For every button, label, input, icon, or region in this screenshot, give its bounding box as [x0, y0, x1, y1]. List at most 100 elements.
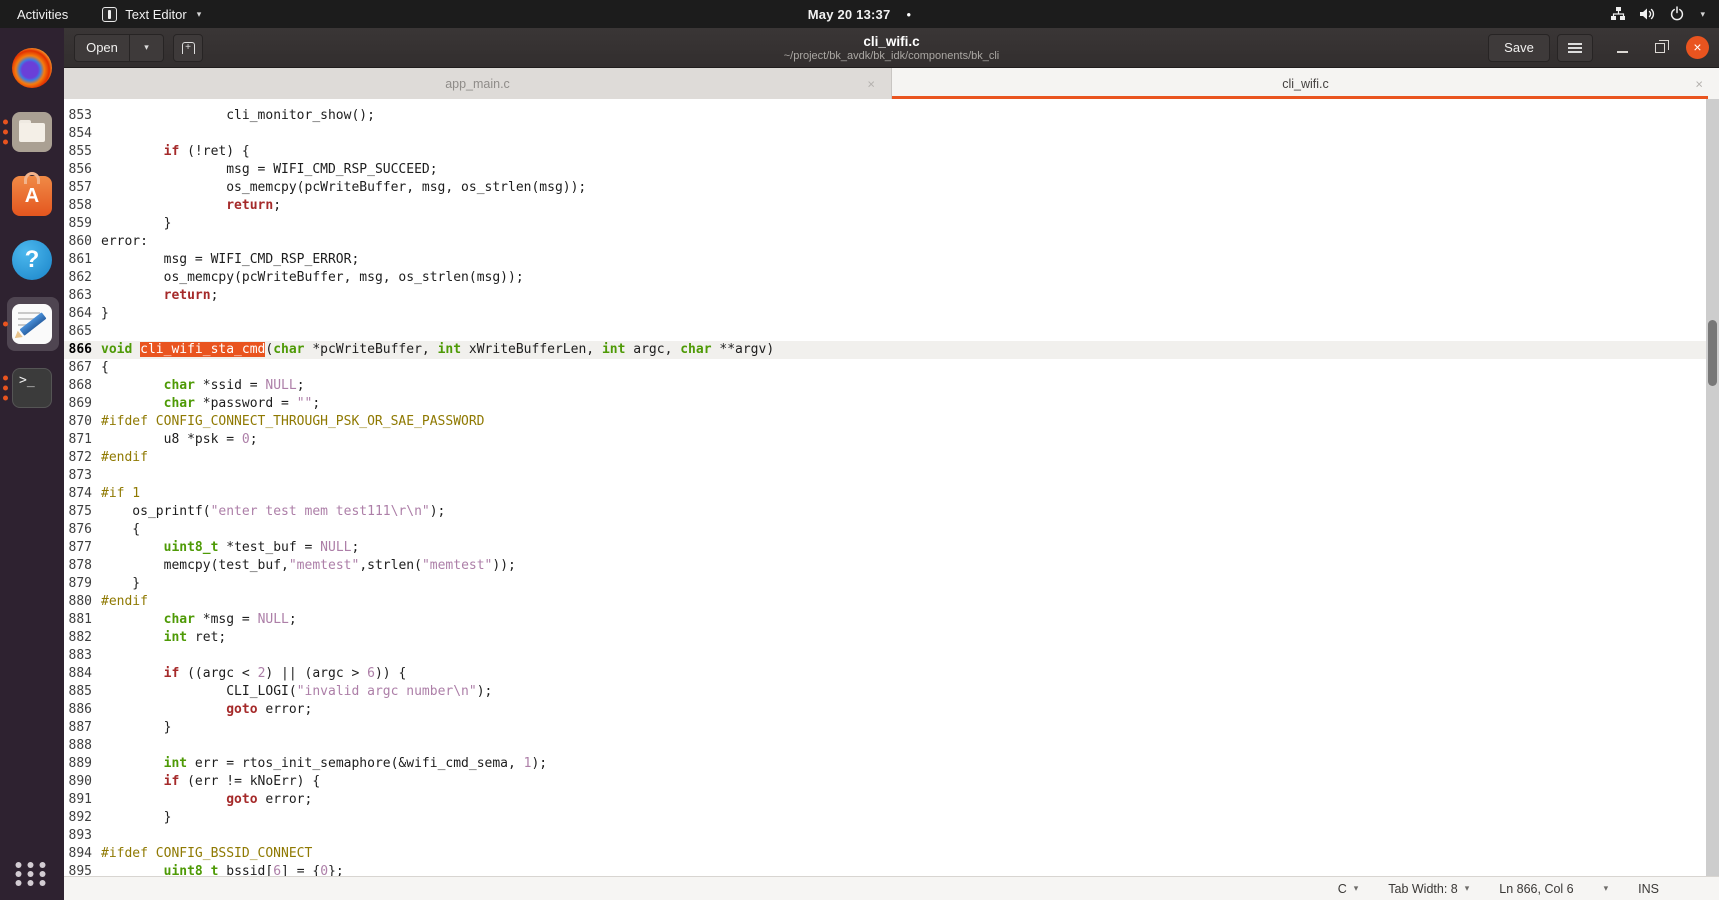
chevron-down-icon: ▾: [144, 42, 149, 53]
code-line-887[interactable]: 887 }: [64, 719, 1719, 737]
new-tab-button[interactable]: +: [173, 34, 203, 62]
running-indicator-dots: [3, 120, 8, 145]
code-line-882[interactable]: 882 int ret;: [64, 629, 1719, 647]
code-text: uint8_t *test_buf = NULL;: [101, 539, 359, 557]
line-number: 894: [64, 845, 101, 863]
code-line-867[interactable]: 867{: [64, 359, 1719, 377]
code-line-884[interactable]: 884 if ((argc < 2) || (argc > 6)) {: [64, 665, 1719, 683]
ubuntu-dock: A? >_: [0, 28, 64, 900]
code-text: goto error;: [101, 791, 312, 809]
code-line-891[interactable]: 891 goto error;: [64, 791, 1719, 809]
line-number: 888: [64, 737, 101, 755]
code-text: CLI_LOGI("invalid argc number\n");: [101, 683, 492, 701]
close-button[interactable]: ×: [1686, 36, 1709, 59]
code-line-879[interactable]: 879 }: [64, 575, 1719, 593]
code-line-880[interactable]: 880#endif: [64, 593, 1719, 611]
tab-width-selector[interactable]: Tab Width: 8 ▾: [1388, 882, 1469, 896]
dock-item-ubuntu-software[interactable]: A: [0, 164, 64, 228]
tab-close-icon[interactable]: ×: [1695, 76, 1703, 91]
code-line-864[interactable]: 864}: [64, 305, 1719, 323]
line-number: 886: [64, 701, 101, 719]
code-line-881[interactable]: 881 char *msg = NULL;: [64, 611, 1719, 629]
code-line-890[interactable]: 890 if (err != kNoErr) {: [64, 773, 1719, 791]
minimize-button[interactable]: [1610, 36, 1634, 60]
open-button[interactable]: Open: [74, 34, 130, 62]
code-line-868[interactable]: 868 char *ssid = NULL;: [64, 377, 1719, 395]
code-line-855[interactable]: 855 if (!ret) {: [64, 143, 1719, 161]
language-selector[interactable]: C ▾: [1338, 882, 1359, 896]
dock-item-terminal[interactable]: >_: [0, 356, 64, 420]
dock-item-files[interactable]: [0, 100, 64, 164]
running-indicator-dots: [3, 376, 8, 401]
line-number: 858: [64, 197, 101, 215]
line-number: 877: [64, 539, 101, 557]
dock-item-help[interactable]: ?: [0, 228, 64, 292]
code-line-859[interactable]: 859 }: [64, 215, 1719, 233]
code-text: #endif: [101, 449, 148, 467]
code-line-865[interactable]: 865: [64, 323, 1719, 341]
code-line-885[interactable]: 885 CLI_LOGI("invalid argc number\n");: [64, 683, 1719, 701]
code-line-866[interactable]: 866void cli_wifi_sta_cmd(char *pcWriteBu…: [64, 341, 1719, 359]
code-line-871[interactable]: 871 u8 *psk = 0;: [64, 431, 1719, 449]
code-line-892[interactable]: 892 }: [64, 809, 1719, 827]
code-area[interactable]: 853 cli_monitor_show();854855 if (!ret) …: [64, 107, 1719, 876]
line-number: 895: [64, 863, 101, 876]
tab-app-main-c[interactable]: app_main.c ×: [64, 68, 892, 99]
restore-button[interactable]: [1648, 36, 1672, 60]
code-line-888[interactable]: 888: [64, 737, 1719, 755]
code-line-863[interactable]: 863 return;: [64, 287, 1719, 305]
code-line-860[interactable]: 860error:: [64, 233, 1719, 251]
code-text: error:: [101, 233, 148, 251]
code-line-883[interactable]: 883: [64, 647, 1719, 665]
scrollbar-thumb[interactable]: [1708, 320, 1717, 386]
save-button[interactable]: Save: [1488, 34, 1550, 62]
line-number: 865: [64, 323, 101, 341]
code-text: goto error;: [101, 701, 312, 719]
code-line-878[interactable]: 878 memcpy(test_buf,"memtest",strlen("me…: [64, 557, 1719, 575]
activities-button[interactable]: Activities: [13, 7, 72, 22]
line-number: 889: [64, 755, 101, 773]
app-menu-button[interactable]: Text Editor ▾: [102, 7, 201, 22]
code-line-894[interactable]: 894#ifdef CONFIG_BSSID_CONNECT: [64, 845, 1719, 863]
code-line-854[interactable]: 854: [64, 125, 1719, 143]
line-number: 876: [64, 521, 101, 539]
tab-cli-wifi-c[interactable]: cli_wifi.c ×: [892, 68, 1719, 99]
line-number: 855: [64, 143, 101, 161]
system-status-area[interactable]: ▾: [1610, 6, 1719, 22]
show-applications-button[interactable]: [16, 862, 49, 886]
code-text: }: [101, 719, 171, 737]
open-dropdown-button[interactable]: ▾: [130, 34, 164, 62]
code-line-856[interactable]: 856 msg = WIFI_CMD_RSP_SUCCEED;: [64, 161, 1719, 179]
code-line-886[interactable]: 886 goto error;: [64, 701, 1719, 719]
code-line-870[interactable]: 870#ifdef CONFIG_CONNECT_THROUGH_PSK_OR_…: [64, 413, 1719, 431]
code-line-853[interactable]: 853 cli_monitor_show();: [64, 107, 1719, 125]
clock[interactable]: May 20 13:37: [808, 7, 891, 22]
code-line-895[interactable]: 895 uint8_t bssid[6] = {0};: [64, 863, 1719, 876]
code-line-874[interactable]: 874#if 1: [64, 485, 1719, 503]
code-line-861[interactable]: 861 msg = WIFI_CMD_RSP_ERROR;: [64, 251, 1719, 269]
code-text: u8 *psk = 0;: [101, 431, 258, 449]
code-text: void cli_wifi_sta_cmd(char *pcWriteBuffe…: [101, 341, 774, 359]
line-number: 854: [64, 125, 101, 143]
code-line-862[interactable]: 862 os_memcpy(pcWriteBuffer, msg, os_str…: [64, 269, 1719, 287]
code-text: cli_monitor_show();: [101, 107, 375, 125]
dock-item-text-editor[interactable]: [0, 292, 64, 356]
vertical-scrollbar[interactable]: [1706, 99, 1719, 876]
tab-close-icon[interactable]: ×: [867, 76, 875, 91]
goto-line-dropdown[interactable]: ▾: [1604, 883, 1609, 894]
code-line-869[interactable]: 869 char *password = "";: [64, 395, 1719, 413]
code-editor[interactable]: 853 cli_monitor_show();854855 if (!ret) …: [64, 99, 1719, 876]
code-line-877[interactable]: 877 uint8_t *test_buf = NULL;: [64, 539, 1719, 557]
code-line-857[interactable]: 857 os_memcpy(pcWriteBuffer, msg, os_str…: [64, 179, 1719, 197]
hamburger-menu-button[interactable]: [1557, 34, 1593, 62]
code-line-858[interactable]: 858 return;: [64, 197, 1719, 215]
code-line-873[interactable]: 873: [64, 467, 1719, 485]
code-line-875[interactable]: 875 os_printf("enter test mem test111\r\…: [64, 503, 1719, 521]
code-line-872[interactable]: 872#endif: [64, 449, 1719, 467]
dock-item-firefox[interactable]: [0, 36, 64, 100]
line-number: 882: [64, 629, 101, 647]
code-line-893[interactable]: 893: [64, 827, 1719, 845]
code-line-876[interactable]: 876 {: [64, 521, 1719, 539]
code-line-889[interactable]: 889 int err = rtos_init_semaphore(&wifi_…: [64, 755, 1719, 773]
code-text: int ret;: [101, 629, 226, 647]
